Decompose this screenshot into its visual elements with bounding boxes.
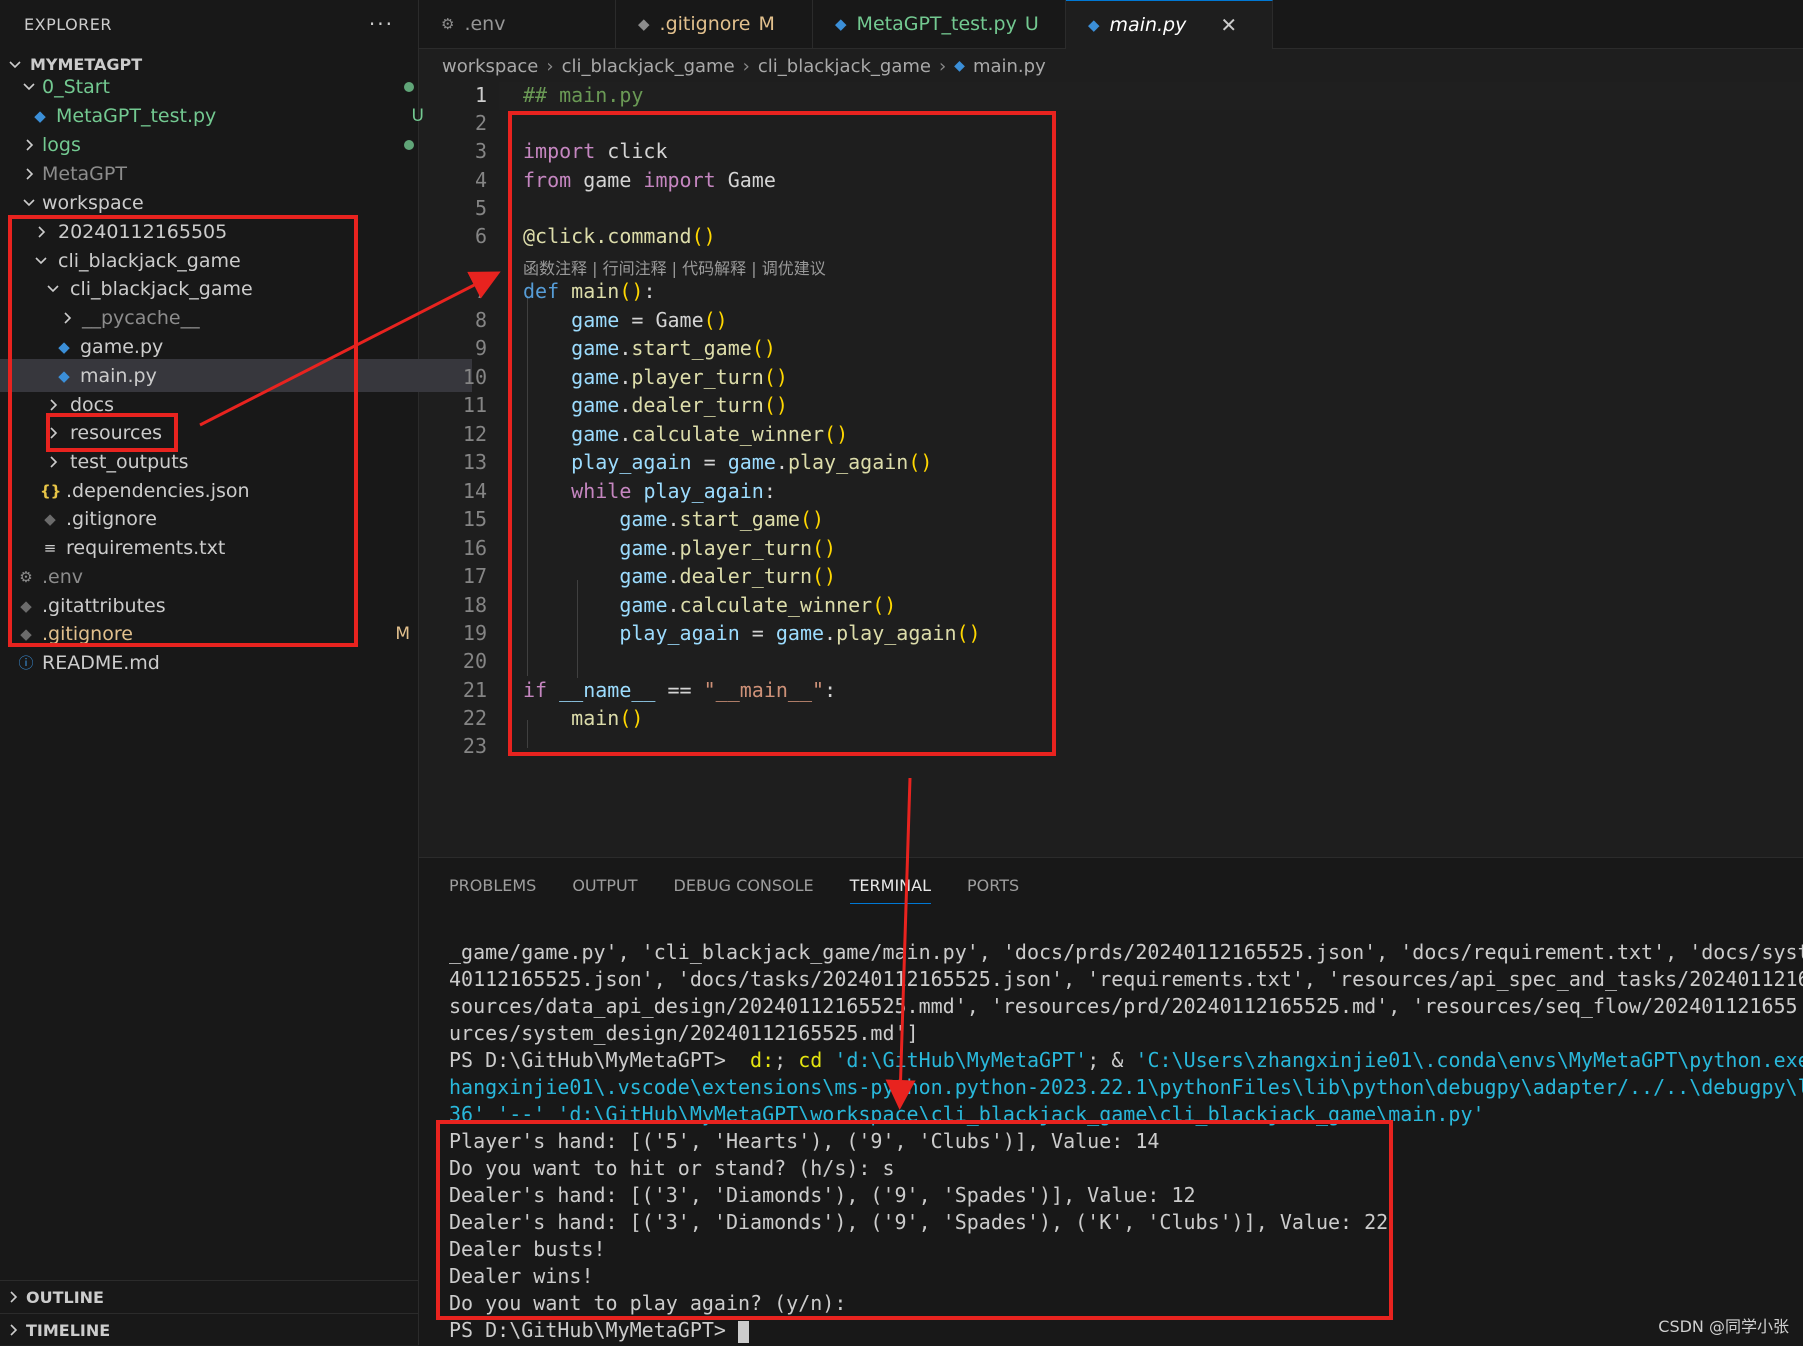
annotation-arrows (199, 271, 916, 1110)
arrow-to-terminal (885, 777, 916, 1110)
arrow-to-code (199, 271, 501, 427)
watermark: CSDN @同学小张 (1658, 1317, 1789, 1336)
